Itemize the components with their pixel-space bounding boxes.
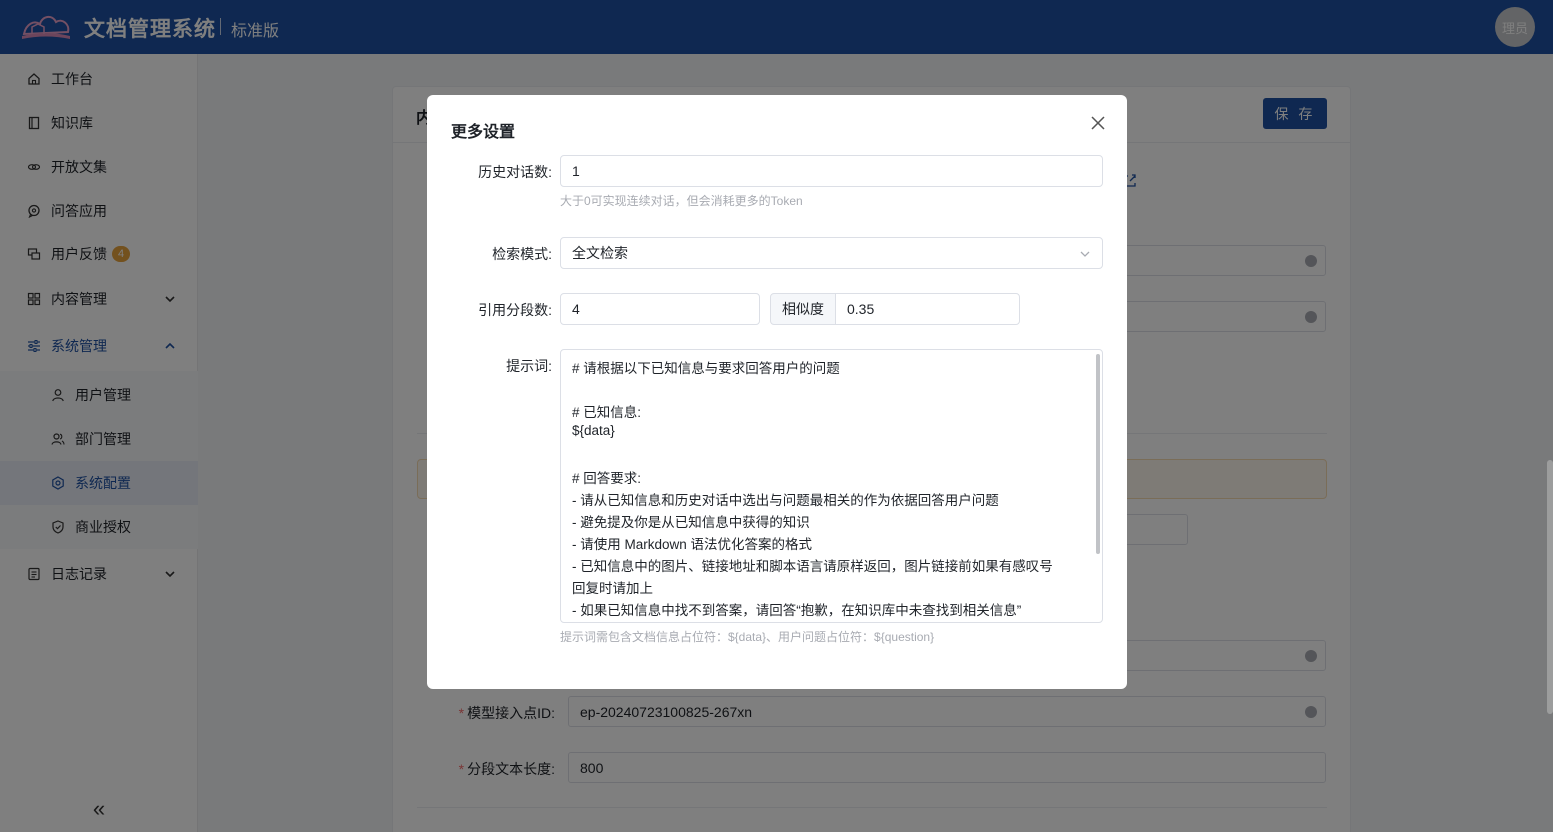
history-label: 历史对话数: <box>478 164 552 180</box>
chevron-down-icon <box>1080 251 1090 257</box>
more-settings-dialog: 更多设置 历史对话数: 1 大于0可实现连续对话，但会消耗更多的Token 检索… <box>427 95 1127 689</box>
prompt-label: 提示词: <box>506 358 552 374</box>
segments-label: 引用分段数: <box>478 302 552 318</box>
dialog-title: 更多设置 <box>451 124 516 141</box>
search-mode-label: 检索模式: <box>492 246 552 262</box>
textarea-scrollbar[interactable] <box>1096 354 1100 554</box>
prompt-line: # 回答要求: <box>572 471 642 486</box>
segments-input[interactable]: 4 <box>560 293 760 325</box>
prompt-line: # 已知信息: <box>572 405 642 420</box>
prompt-hint: 提示词需包含文档信息占位符：${data}、用户问题占位符：${question… <box>560 630 935 644</box>
page-scrollbar[interactable] <box>1547 460 1553 714</box>
close-icon[interactable] <box>1089 114 1107 132</box>
prompt-line: - 如果已知信息中找不到答案，请回答“抱歉，在知识库中未查找到相关信息” <box>572 603 1022 618</box>
prompt-line: - 避免提及你是从已知信息中获得的知识 <box>572 515 810 530</box>
prompt-line: - 请从已知信息和历史对话中选出与问题最相关的作为依据回答用户问题 <box>572 493 999 508</box>
history-hint: 大于0可实现连续对话，但会消耗更多的Token <box>560 194 803 208</box>
history-count-input[interactable]: 1 <box>560 155 1103 187</box>
similarity-input[interactable]: 0.35 <box>835 293 1020 325</box>
search-mode-select[interactable]: 全文检索 <box>560 237 1103 269</box>
prompt-line: - 请使用 Markdown 语法优化答案的格式 <box>572 537 813 552</box>
similarity-prepend: 相似度 <box>770 293 836 325</box>
prompt-textarea[interactable]: # 请根据以下已知信息与要求回答用户的问题 # 已知信息: ${data} # … <box>560 349 1103 623</box>
prompt-line: # 请根据以下已知信息与要求回答用户的问题 <box>572 361 840 376</box>
prompt-line: - 已知信息中的图片、链接地址和脚本语言请原样返回，图片链接前如果有感叹号 <box>572 559 1053 574</box>
prompt-line: ${data} <box>572 423 615 438</box>
prompt-line: 回复时请加上 <box>572 581 653 596</box>
